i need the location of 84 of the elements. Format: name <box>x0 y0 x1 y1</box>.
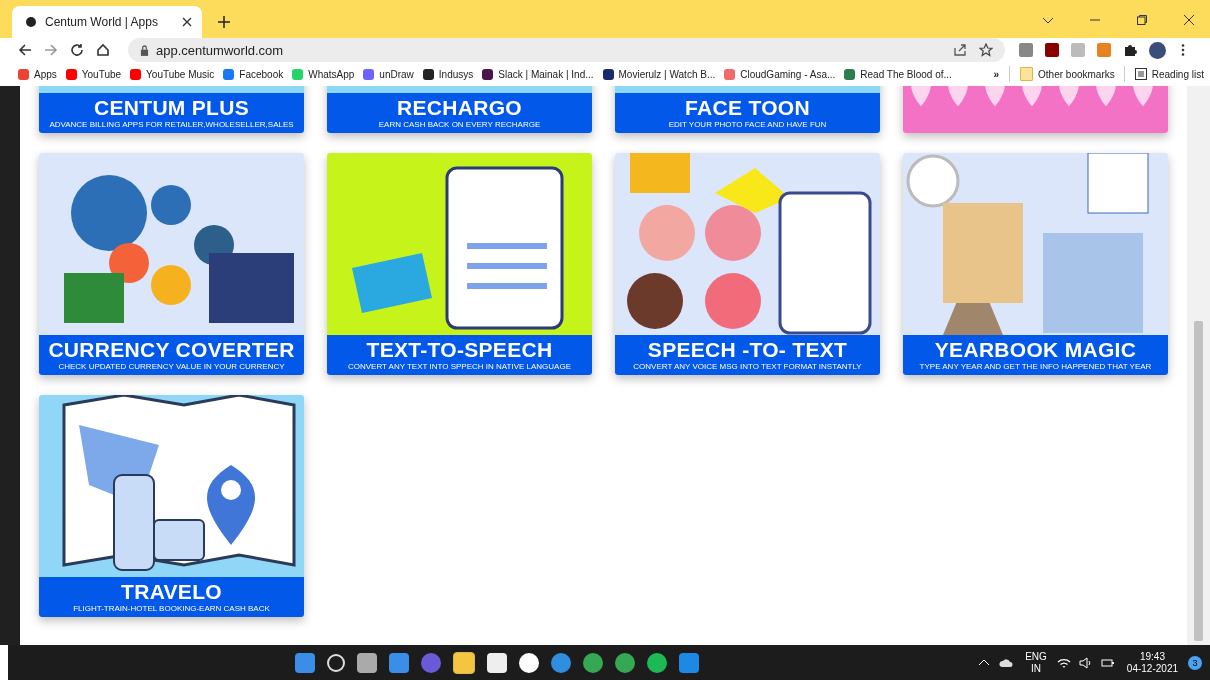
app-card[interactable]: TRAVELO FLIGHT-TRAIN-HOTEL BOOKING-EARN CASH BACK <box>39 395 304 617</box>
avatar[interactable] <box>1149 41 1166 59</box>
list-icon <box>1134 68 1147 80</box>
speaker-icon[interactable] <box>1078 656 1093 669</box>
bookmark-icon <box>422 68 434 80</box>
app-description: CHECK UPDATED CURRENCY VALUE IN YOUR CURRENCY <box>58 360 285 372</box>
bookmark-icon <box>65 68 77 80</box>
bookmark[interactable]: YouTube Music <box>130 68 215 80</box>
app-card[interactable]: FACE TOON EDIT YOUR PHOTO FACE AND HAVE FUN <box>615 86 880 133</box>
back-arrow-icon[interactable] <box>18 43 32 57</box>
forward-arrow-icon[interactable] <box>44 43 58 57</box>
new-tab-icon[interactable] <box>218 16 230 28</box>
app-card[interactable]: YEARBOOK MAGIC TYPE ANY YEAR AND GET THE INFO HAPPENED THAT YEAR <box>903 153 1168 375</box>
bookmark-icon <box>292 68 304 80</box>
app-description: EARN CASH BACK ON EVERY RECHARGE <box>378 118 541 130</box>
other-bookmarks-folder[interactable]: Other bookmarks <box>1020 67 1115 81</box>
bookmark[interactable]: Read The Blood of... <box>844 68 952 80</box>
app-title: TEXT-TO-SPEECH <box>366 338 553 361</box>
battery-icon[interactable] <box>1100 656 1115 669</box>
bookmark-icon <box>602 68 614 80</box>
app-title: CURRENCY COVERTER <box>48 338 295 361</box>
app-title: CENTUM PLUS <box>94 96 249 119</box>
taskbar-app-icon[interactable] <box>356 652 377 673</box>
bookmark[interactable]: Apps <box>18 68 57 80</box>
bookmark[interactable]: Indusys <box>422 68 474 80</box>
star-icon[interactable] <box>979 43 993 57</box>
app-description: ADVANCE BILLING APPS FOR RETAILER,WHOLESELLER,SALES <box>49 118 294 130</box>
reading-list-button[interactable]: Reading list <box>1134 68 1204 80</box>
lock-icon <box>140 44 149 56</box>
app-description: TYPE ANY YEAR AND GET THE INFO HAPPENED THAT YEAR <box>919 360 1152 372</box>
app-title: FACE TOON <box>685 96 810 119</box>
notification-badge[interactable]: 3 <box>1188 655 1202 670</box>
taskbar-app-icon[interactable] <box>518 652 539 673</box>
clock[interactable]: 19:43 04-12-2021 <box>1126 650 1178 675</box>
puzzle-icon[interactable] <box>1123 43 1137 57</box>
bookmark[interactable]: Slack | Mainak | Ind... <box>482 68 594 80</box>
close-icon[interactable] <box>182 17 192 27</box>
app-card[interactable]: TEXT-TO-SPEECH CONVERT ANY TEXT INTO SPPECH IN NATIVE LANGUAGE <box>327 153 592 375</box>
bookmark-icon <box>223 68 235 80</box>
cloud-icon[interactable] <box>999 656 1014 669</box>
bookmark[interactable]: unDraw <box>363 68 414 80</box>
bookmark-icon <box>844 68 856 80</box>
app-title: RECHARGO <box>397 96 522 119</box>
bookmark-icon <box>18 68 29 80</box>
bookmark[interactable]: Movierulz | Watch B... <box>602 68 716 80</box>
bookmark-icon <box>724 68 736 80</box>
app-title: YEARBOOK MAGIC <box>934 338 1137 361</box>
app-description: CONVERT ANY VOICE MSG INTO TEXT FORMAT INSTANTLY <box>633 360 862 372</box>
app-description: FLIGHT-TRAIN-HOTEL BOOKING-EARN CASH BACK <box>73 602 270 614</box>
taskbar-app-icon[interactable] <box>646 652 667 673</box>
bookmark-icon <box>130 68 142 80</box>
language-indicator[interactable]: ENG IN <box>1025 650 1047 675</box>
bookmark-icon <box>363 68 375 80</box>
browser-tab[interactable]: Centum World | Apps <box>12 6 202 38</box>
bookmark[interactable]: YouTube <box>65 68 122 80</box>
taskbar-app-icon[interactable] <box>452 651 475 674</box>
home-icon[interactable] <box>96 43 110 57</box>
app-description: CONVERT ANY TEXT INTO SPPECH IN NATIVE LANGUAGE <box>348 360 571 372</box>
taskbar-app-icon[interactable] <box>486 652 507 673</box>
share-icon[interactable] <box>953 43 967 57</box>
bookmark-icon <box>482 68 494 80</box>
bookmark[interactable]: Facebook <box>223 68 284 80</box>
taskbar-app-icon[interactable] <box>614 652 635 673</box>
app-description: EDIT YOUR PHOTO FACE AND HAVE FUN <box>668 118 827 130</box>
app-card[interactable]: RECHARGO EARN CASH BACK ON EVERY RECHARGE <box>327 86 592 133</box>
scrollbar[interactable] <box>1187 86 1210 645</box>
wifi-icon[interactable] <box>1056 656 1071 669</box>
app-card[interactable]: SPEECH -TO- TEXT CONVERT ANY VOICE MSG INTO TEXT FORMAT INSTANTLY <box>615 153 880 375</box>
bookmark[interactable]: CloudGaming - Asa... <box>724 68 836 80</box>
close-icon[interactable] <box>1183 14 1195 26</box>
maximize-icon[interactable] <box>1136 14 1148 26</box>
tab-title: Centum World | Apps <box>45 15 159 29</box>
more-bookmarks-button[interactable]: » <box>993 68 1000 80</box>
app-card[interactable]: CENTUM PLUS ADVANCE BILLING APPS FOR RETAILER,WHOLESELLER,SALES <box>39 86 304 133</box>
app-title: SPEECH -TO- TEXT <box>647 338 848 361</box>
taskbar-app-icon[interactable] <box>582 652 603 673</box>
address-bar[interactable]: app.centumworld.com <box>128 38 1005 62</box>
site-logo-icon <box>26 17 36 27</box>
taskbar-app-icon[interactable] <box>326 653 345 672</box>
folder-icon <box>1020 67 1034 81</box>
bookmark[interactable]: WhatsApp <box>292 68 355 80</box>
reload-icon[interactable] <box>70 43 84 57</box>
app-title: TRAVELO <box>121 580 222 603</box>
app-card[interactable]: CURRENCY COVERTER CHECK UPDATED CURRENCY VALUE IN YOUR CURRENCY <box>39 153 304 375</box>
